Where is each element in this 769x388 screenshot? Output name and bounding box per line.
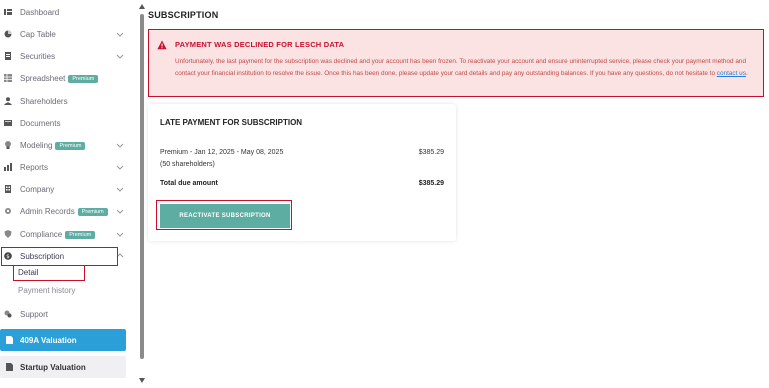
warning-icon <box>157 40 167 50</box>
chevron-down-icon <box>116 54 124 59</box>
sidebar-item-securities[interactable]: Securities <box>0 46 130 66</box>
pie-chart-icon <box>2 28 14 40</box>
409a-valuation-button[interactable]: 409A Valuation <box>0 329 126 351</box>
premium-badge: Premium <box>77 207 108 216</box>
sidebar-item-company[interactable]: Company <box>0 179 130 199</box>
building-icon <box>2 183 14 195</box>
highlight-detail <box>13 265 85 281</box>
startup-valuation-button[interactable]: Startup Valuation <box>0 356 126 378</box>
sidebar-item-documents[interactable]: Documents <box>0 113 130 133</box>
sidebar-scrollbar[interactable] <box>138 0 146 388</box>
grid-icon <box>2 72 14 84</box>
sidebar-item-modeling[interactable]: Modeling Premium <box>0 135 130 155</box>
chevron-down-icon <box>116 32 124 37</box>
sidebar-item-spreadsheet[interactable]: Spreadsheet Premium <box>0 68 130 88</box>
sidebar-item-label: Securities <box>20 51 56 61</box>
total-due-label: Total due amount <box>160 180 218 187</box>
premium-badge: Premium <box>55 141 86 150</box>
sidebar-item-admin-records[interactable]: Admin Records Premium <box>0 201 130 221</box>
shield-icon <box>2 228 14 240</box>
late-payment-card: LATE PAYMENT FOR SUBSCRIPTION Premium - … <box>148 104 456 241</box>
scroll-up-arrow-icon[interactable] <box>139 4 145 9</box>
409a-valuation-label: 409A Valuation <box>20 335 77 345</box>
sidebar-item-label: Cap Table <box>20 29 56 39</box>
contact-us-link[interactable]: contact us <box>717 70 746 77</box>
chevron-down-icon <box>116 232 124 237</box>
total-due-amount: $385.29 <box>418 180 444 187</box>
scrollbar-thumb[interactable] <box>140 14 144 359</box>
alert-body-tail: . <box>745 69 748 77</box>
gear-icon <box>2 205 14 217</box>
document-icon <box>2 50 14 62</box>
sidebar-item-label: Dashboard <box>20 7 60 17</box>
sidebar-item-reports[interactable]: Reports <box>0 157 130 177</box>
folder-icon <box>2 117 14 129</box>
payment-declined-alert: PAYMENT WAS DECLINED FOR LESCH DATA Unfo… <box>148 29 764 97</box>
sidebar-item-label: Modeling <box>20 140 53 150</box>
dashboard-icon <box>2 6 14 18</box>
bulb-icon <box>2 139 14 151</box>
document-icon <box>4 363 14 371</box>
chevron-down-icon <box>116 165 124 170</box>
sidebar-item-label: Spreadsheet <box>20 73 66 83</box>
chevron-down-icon <box>116 187 124 192</box>
sidebar-item-label: Support <box>20 309 49 319</box>
sidebar-item-shareholders[interactable]: Shareholders <box>0 91 130 111</box>
support-icon <box>2 308 14 320</box>
sidebar-item-label: Documents <box>20 118 61 128</box>
plan-amount: $385.29 <box>418 149 444 156</box>
scroll-down-arrow-icon[interactable] <box>139 378 145 383</box>
person-icon <box>2 95 14 107</box>
plan-shareholders: (50 shareholders) <box>160 161 215 168</box>
sidebar-item-cap-table[interactable]: Cap Table <box>0 24 130 44</box>
alert-body-text: Unfortunately, the last payment for the … <box>175 58 746 77</box>
sidebar-item-label: Company <box>20 184 55 194</box>
sidebar-item-compliance[interactable]: Compliance Premium <box>0 224 130 244</box>
sidebar-item-support[interactable]: Support <box>0 304 130 324</box>
card-title: LATE PAYMENT FOR SUBSCRIPTION <box>160 118 303 127</box>
premium-badge: Premium <box>65 230 96 239</box>
sidebar-subitem-payment-history[interactable]: Payment history <box>18 286 75 295</box>
sidebar-item-label: Reports <box>20 162 49 172</box>
sidebar-item-label: Compliance <box>20 229 63 239</box>
alert-body: Unfortunately, the last payment for the … <box>175 56 757 79</box>
plan-period: Premium - Jan 12, 2025 - May 08, 2025 <box>160 149 284 156</box>
sidebar-item-dashboard[interactable]: Dashboard <box>0 2 130 22</box>
sidebar-item-label: Shareholders <box>20 96 68 106</box>
page-title: SUBSCRIPTION <box>148 10 219 20</box>
sidebar-item-label: Admin Records <box>20 206 75 216</box>
reactivate-subscription-button[interactable]: REACTIVATE SUBSCRIPTION <box>160 204 290 228</box>
document-icon <box>4 336 14 344</box>
sidebar: Dashboard Cap Table Securities Spreadshe… <box>0 0 133 388</box>
alert-title: PAYMENT WAS DECLINED FOR LESCH DATA <box>175 40 345 49</box>
premium-badge: Premium <box>68 74 99 83</box>
highlight-subscription <box>1 247 118 266</box>
chevron-down-icon <box>116 143 124 148</box>
chevron-down-icon <box>116 209 124 214</box>
startup-valuation-label: Startup Valuation <box>20 362 86 372</box>
chart-icon <box>2 161 14 173</box>
